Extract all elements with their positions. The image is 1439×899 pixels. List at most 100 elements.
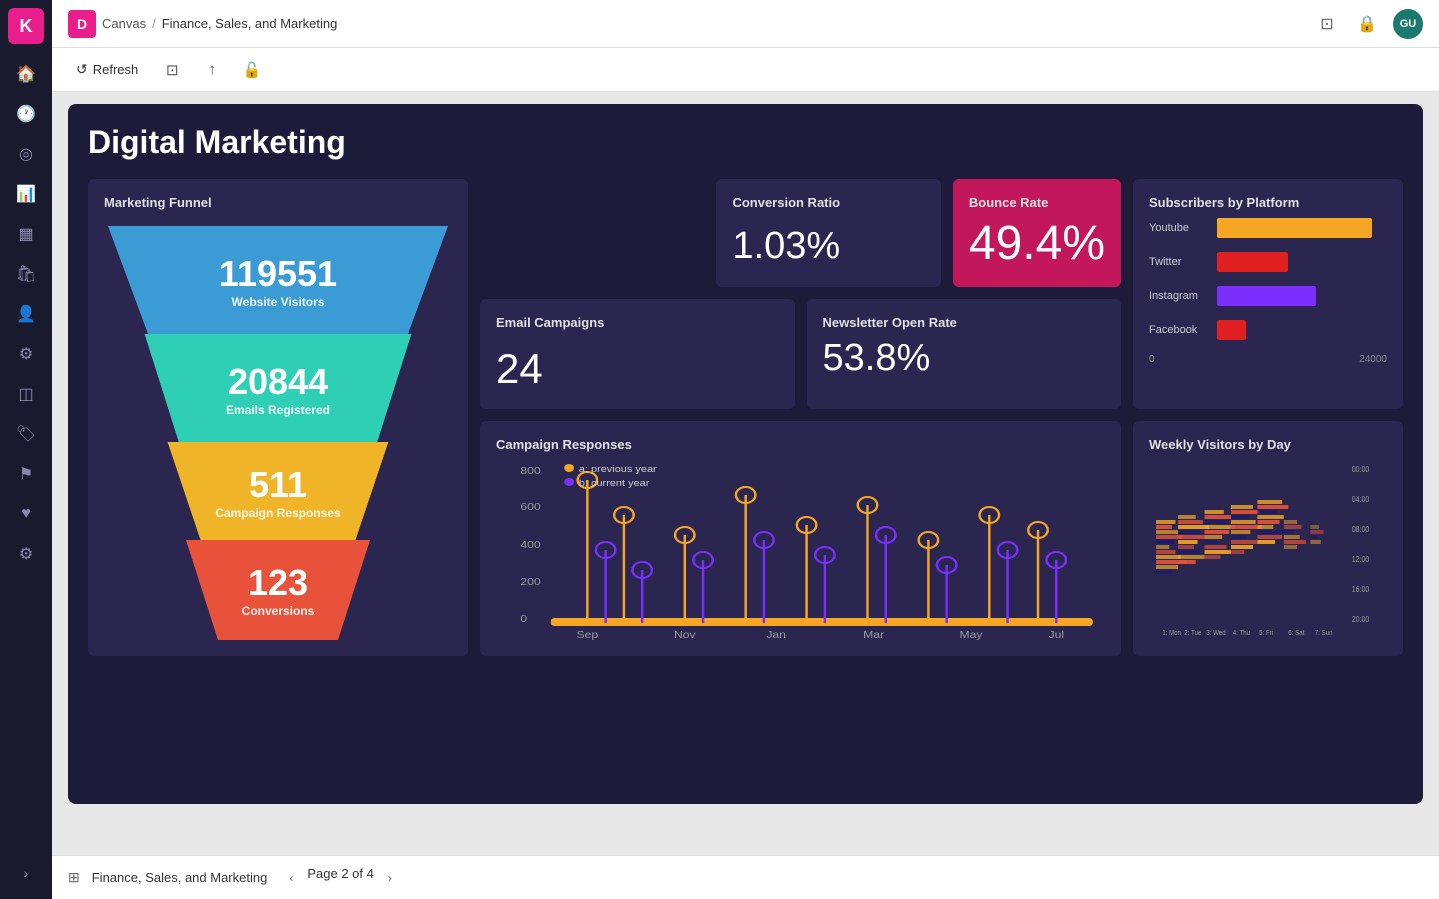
bar-row: Twitter (1149, 252, 1387, 272)
prev-page-button[interactable]: ‹ (279, 866, 303, 890)
svg-text:00:00: 00:00 (1352, 464, 1370, 474)
svg-text:04:00: 04:00 (1352, 494, 1370, 504)
brand-initial: D (68, 10, 96, 38)
grid-icon: ⊞ (68, 869, 80, 886)
sidebar-item-chart[interactable]: 📊 (8, 176, 44, 212)
refresh-icon: ↺ (76, 61, 88, 78)
user-avatar[interactable]: GU (1393, 9, 1423, 39)
sidebar-item-layers[interactable]: ◫ (8, 376, 44, 412)
bar-track (1217, 252, 1387, 272)
share-icon[interactable]: ↑ (198, 56, 226, 84)
breadcrumb-root[interactable]: Canvas (102, 16, 146, 31)
breadcrumb-sep: / (152, 16, 156, 31)
legend-a: a: previous year (579, 464, 658, 474)
funnel-responses: 511 Campaign Responses (158, 442, 398, 542)
unlock-icon[interactable]: 🔓 (238, 56, 266, 84)
funnel-emails: 20844 Emails Registered (133, 334, 423, 444)
subscribers-card: Subscribers by Platform Youtube Twitter … (1133, 179, 1403, 409)
bottom-bar: ⊞ Finance, Sales, and Marketing ‹ Page 2… (52, 855, 1439, 899)
conversions-label: Conversions (242, 604, 315, 618)
topbar-brand: D Canvas / Finance, Sales, and Marketing (68, 10, 337, 38)
svg-text:08:00: 08:00 (1352, 524, 1370, 534)
campaign-chart: 800 600 400 200 0 (496, 460, 1105, 640)
funnel-conversions: 123 Conversions (178, 540, 378, 640)
conversions-number: 123 (248, 562, 308, 604)
weekly-visitors-card: Weekly Visitors by Day 00:00 04:00 08:00… (1133, 421, 1403, 656)
bar-label: Youtube (1149, 222, 1209, 234)
subscribers-title: Subscribers by Platform (1149, 195, 1387, 210)
visitors-label: Website Visitors (232, 295, 325, 309)
svg-text:Nov: Nov (674, 630, 696, 640)
svg-text:800: 800 (520, 466, 540, 477)
sidebar-item-compass[interactable]: ◎ (8, 136, 44, 172)
svg-text:400: 400 (520, 540, 540, 551)
email-value: 24 (496, 346, 779, 392)
sidebar-item-home[interactable]: 🏠 (8, 56, 44, 92)
bar-row: Youtube (1149, 218, 1387, 238)
bar-row: Facebook (1149, 320, 1387, 340)
logo-text: K (20, 16, 33, 37)
dashboard-grid: Marketing Funnel 119551 Website Visitors… (88, 179, 1403, 656)
breadcrumb-page: Finance, Sales, and Marketing (162, 16, 338, 31)
emails-number: 20844 (228, 361, 328, 403)
sidebar-item-heart[interactable]: ♥ (8, 496, 44, 532)
sidebar-collapse-button[interactable]: › (8, 855, 44, 891)
funnel-wrapper: 119551 Website Visitors 20844 Emails Reg… (104, 226, 452, 640)
bar-fill (1217, 286, 1316, 306)
bottom-title: Finance, Sales, and Marketing (92, 870, 268, 885)
toolbar: ↺ Refresh ⊡ ↑ 🔓 (52, 48, 1439, 92)
svg-text:20:00: 20:00 (1352, 614, 1370, 624)
svg-text:Jan: Jan (766, 630, 786, 640)
bar-label: Instagram (1149, 290, 1209, 302)
svg-text:6: Sat: 6: Sat (1288, 629, 1304, 636)
mid-row-2: Email Campaigns 24 Newsletter Open Rate … (480, 299, 1121, 409)
sidebar-logo[interactable]: K (8, 8, 44, 44)
page-indicator: Page 2 of 4 (307, 866, 374, 890)
bounce-rate-card: Bounce Rate 49.4% (953, 179, 1121, 287)
mid-row-1: Conversion Ratio 1.03% Bounce Rate 49.4% (480, 179, 1121, 287)
topbar: D Canvas / Finance, Sales, and Marketing… (52, 0, 1439, 48)
svg-text:16:00: 16:00 (1352, 584, 1370, 594)
email-campaigns-card: Email Campaigns 24 (480, 299, 795, 409)
svg-text:Jul: Jul (1049, 630, 1065, 640)
next-page-button[interactable]: › (378, 866, 402, 890)
visitors-number: 119551 (219, 253, 337, 295)
canvas-area: Digital Marketing Marketing Funnel 11955… (52, 92, 1439, 855)
svg-text:3: Wed: 3: Wed (1206, 629, 1226, 636)
bar-label: Facebook (1149, 324, 1209, 336)
sidebar-item-person[interactable]: 👤 (8, 296, 44, 332)
newsletter-card: Newsletter Open Rate 53.8% (807, 299, 1122, 409)
refresh-button[interactable]: ↺ Refresh (68, 57, 146, 82)
campaign-svg: 800 600 400 200 0 (496, 460, 1105, 640)
sidebar-item-shop[interactable]: 🛍 (8, 256, 44, 292)
svg-text:Sep: Sep (577, 630, 599, 640)
svg-text:5: Fri: 5: Fri (1259, 629, 1274, 636)
email-title: Email Campaigns (496, 315, 779, 330)
sidebar-item-clock[interactable]: 🕐 (8, 96, 44, 132)
bar-row: Instagram (1149, 286, 1387, 306)
emails-label: Emails Registered (226, 403, 330, 417)
funnel-title: Marketing Funnel (104, 195, 452, 210)
subscribers-chart: Youtube Twitter Instagram (1149, 218, 1387, 365)
sidebar-item-tag[interactable]: 🏷 (8, 416, 44, 452)
svg-text:Mar: Mar (863, 630, 884, 640)
axis-zero: 0 (1149, 354, 1155, 365)
conversion-title: Conversion Ratio (732, 195, 924, 210)
bounce-value: 49.4% (969, 218, 1105, 271)
lock-icon[interactable]: 🔒 (1353, 10, 1381, 38)
main-content: D Canvas / Finance, Sales, and Marketing… (52, 0, 1439, 899)
svg-text:200: 200 (520, 577, 540, 588)
monitor-icon[interactable]: ⊡ (1313, 10, 1341, 38)
sidebar-item-table[interactable]: ▦ (8, 216, 44, 252)
sidebar-item-flag[interactable]: ⚑ (8, 456, 44, 492)
campaign-title: Campaign Responses (496, 437, 1105, 452)
svg-text:600: 600 (520, 502, 540, 513)
dashboard: Digital Marketing Marketing Funnel 11955… (68, 104, 1423, 804)
screenshot-icon[interactable]: ⊡ (158, 56, 186, 84)
sidebar-item-settings2[interactable]: ⚙ (8, 336, 44, 372)
conversion-value: 1.03% (732, 226, 924, 268)
svg-text:12:00: 12:00 (1352, 554, 1370, 564)
topbar-icons: ⊡ 🔒 GU (1313, 9, 1423, 39)
bar-fill (1217, 218, 1372, 238)
sidebar-item-gear[interactable]: ⚙ (8, 536, 44, 572)
